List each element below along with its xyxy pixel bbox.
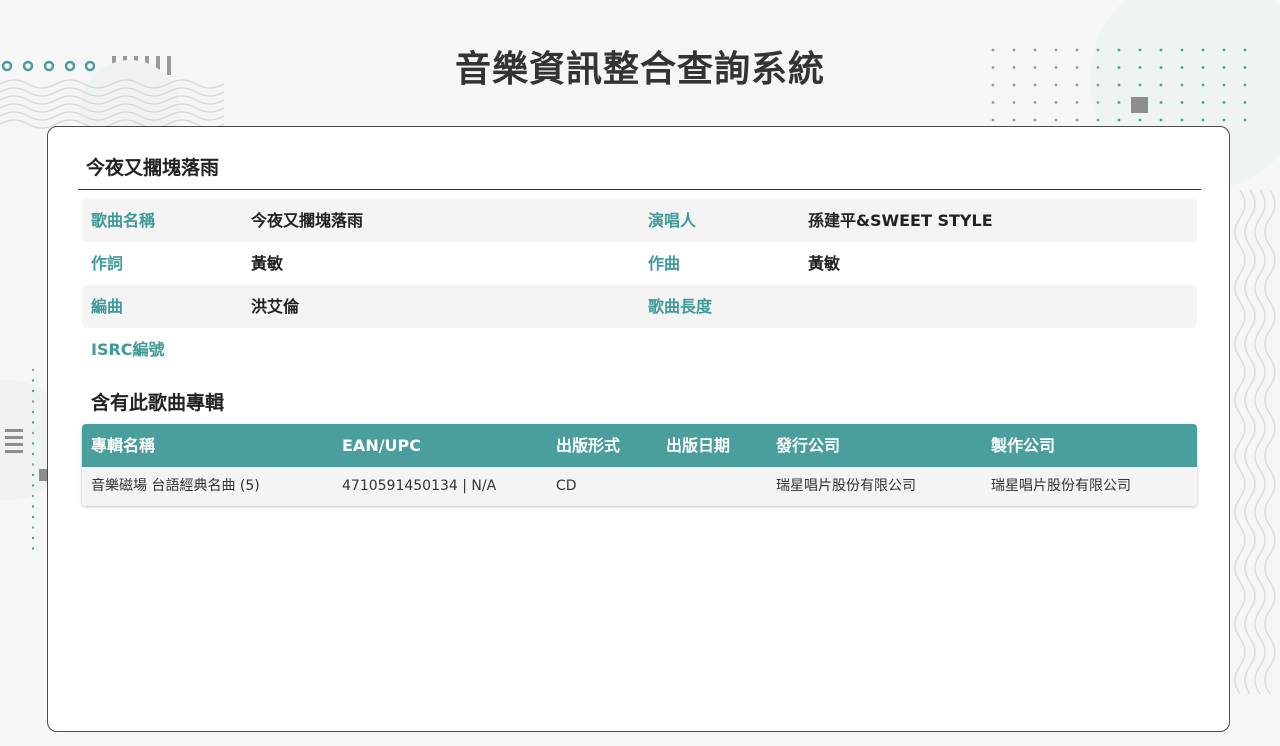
isrc-label: ISRC編號 <box>91 340 165 359</box>
dot-decoration <box>1054 101 1058 104</box>
producer-cell: 瑞星唱片股份有限公司 <box>991 478 1131 494</box>
arranger-value: 洪艾倫 <box>251 297 300 316</box>
column-header-format: 出版形式 <box>556 436 621 455</box>
dot-decoration <box>1159 101 1163 104</box>
column-header-release-date: 出版日期 <box>666 436 731 455</box>
dot-decoration <box>31 431 35 435</box>
ean-upc-cell: 4710591450134 | N/A <box>342 478 497 494</box>
dot-decoration <box>1096 118 1100 122</box>
dot-decoration <box>991 101 995 104</box>
dot-decoration <box>31 494 35 498</box>
column-header-album-name: 專輯名稱 <box>91 436 156 455</box>
dot-decoration <box>1012 101 1016 104</box>
dot-decoration <box>1012 118 1016 122</box>
dot-decoration <box>1222 101 1226 104</box>
format-cell: CD <box>556 478 577 494</box>
albums-table: 專輯名稱 EAN/UPC 出版形式 出版日期 發行公司 製作公司 音樂磁場 台語… <box>82 424 1197 506</box>
dot-decoration <box>1180 118 1184 122</box>
dot-decoration <box>31 400 35 403</box>
dot-decoration <box>31 410 35 414</box>
song-detail-card: 今夜又擱塊落雨 歌曲名稱 今夜又擱塊落雨 演唱人 孫建平&SWEET STYLE… <box>47 126 1230 732</box>
heading-divider <box>78 189 1201 190</box>
column-header-ean-upc: EAN/UPC <box>342 436 422 455</box>
dot-decoration <box>31 526 35 529</box>
dot-decoration <box>1243 118 1247 122</box>
dot-decoration <box>31 442 35 445</box>
dot-decoration <box>31 473 35 477</box>
dot-decoration <box>31 547 35 550</box>
song-heading: 今夜又擱塊落雨 <box>86 157 220 179</box>
composer-value: 黃敏 <box>808 254 841 273</box>
dot-decoration <box>1117 118 1121 122</box>
dot-decoration <box>991 118 995 122</box>
column-header-producer: 製作公司 <box>991 436 1056 455</box>
dot-decoration <box>31 389 35 393</box>
dot-decoration <box>1201 101 1205 104</box>
dot-decoration <box>1054 118 1058 122</box>
dot-decoration <box>1138 118 1142 122</box>
dot-decoration <box>31 505 35 508</box>
dot-decoration <box>1222 118 1226 122</box>
dot-decoration <box>31 463 35 466</box>
dot-decoration <box>31 368 35 372</box>
dot-decoration <box>1159 118 1163 122</box>
table-row[interactable]: 音樂磁場 台語經典名曲 (5) 4710591450134 | N/A CD 瑞… <box>82 467 1197 506</box>
publisher-cell: 瑞星唱片股份有限公司 <box>776 478 916 494</box>
info-row-arranger: 編曲 洪艾倫 歌曲長度 <box>82 285 1197 328</box>
title-value: 今夜又擱塊落雨 <box>251 211 364 230</box>
dot-decoration <box>1075 101 1079 104</box>
table-header-row: 專輯名稱 EAN/UPC 出版形式 出版日期 發行公司 製作公司 <box>82 424 1197 467</box>
dot-decoration <box>31 421 35 424</box>
length-label: 歌曲長度 <box>648 297 713 316</box>
dot-decoration <box>1180 101 1184 104</box>
dot-decoration <box>1243 101 1247 104</box>
lyricist-value: 黃敏 <box>251 254 284 273</box>
dot-decoration <box>1075 118 1079 122</box>
dot-decoration <box>1033 118 1037 122</box>
dot-decoration <box>31 515 35 519</box>
dot-decoration <box>31 452 35 456</box>
info-row-isrc: ISRC編號 <box>82 328 1197 371</box>
dot-decoration <box>1096 101 1100 104</box>
albums-heading: 含有此歌曲專輯 <box>91 392 225 414</box>
page-title: 音樂資訊整合查詢系統 <box>454 49 825 90</box>
singer-label: 演唱人 <box>648 211 697 230</box>
album-name-cell: 音樂磁場 台語經典名曲 (5) <box>91 478 260 494</box>
info-row-writers: 作詞 黃敏 作曲 黃敏 <box>82 242 1197 285</box>
dot-decoration <box>1201 118 1205 122</box>
song-info-grid: 歌曲名稱 今夜又擱塊落雨 演唱人 孫建平&SWEET STYLE 作詞 黃敏 作… <box>82 199 1197 371</box>
title-label: 歌曲名稱 <box>91 211 156 230</box>
column-header-publisher: 發行公司 <box>776 436 841 455</box>
dot-decoration <box>1117 101 1121 104</box>
info-row-title: 歌曲名稱 今夜又擱塊落雨 演唱人 孫建平&SWEET STYLE <box>82 199 1197 242</box>
dot-decoration <box>31 536 35 540</box>
right-waves-decoration <box>1234 189 1276 695</box>
lyricist-label: 作詞 <box>91 254 124 273</box>
dot-decoration <box>31 484 35 487</box>
singer-value: 孫建平&SWEET STYLE <box>808 211 993 230</box>
arranger-label: 編曲 <box>91 297 124 316</box>
dot-decoration <box>31 379 35 382</box>
dot-decoration <box>1033 101 1037 104</box>
composer-label: 作曲 <box>648 254 681 273</box>
